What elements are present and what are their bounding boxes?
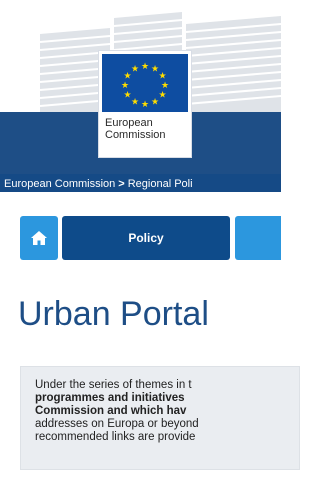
nav-item-policy[interactable]: Policy xyxy=(62,216,230,260)
svg-text:★: ★ xyxy=(141,100,149,110)
logo-caption-line1: European xyxy=(105,117,153,129)
european-commission-logo[interactable]: ★ ★ ★ ★ ★ ★ ★ ★ ★ ★ ★ ★ European Commiss… xyxy=(98,50,192,158)
svg-text:★: ★ xyxy=(121,81,129,91)
intro-line: addresses on Europa or beyond xyxy=(35,418,199,430)
nav-item-next[interactable] xyxy=(235,216,281,260)
home-icon xyxy=(31,231,47,245)
svg-text:★: ★ xyxy=(158,91,166,101)
intro-line-bold: Commission and which hav xyxy=(35,405,187,417)
svg-text:★: ★ xyxy=(151,98,159,108)
page-title: Urban Portal xyxy=(18,295,209,333)
site-header: ★ ★ ★ ★ ★ ★ ★ ★ ★ ★ ★ ★ European Commiss… xyxy=(0,0,281,192)
breadcrumb: European Commission > Regional Poli xyxy=(0,174,281,192)
svg-text:★: ★ xyxy=(131,98,139,108)
breadcrumb-separator: > xyxy=(118,178,125,190)
logo-caption-line2: Commission xyxy=(105,129,166,141)
svg-text:★: ★ xyxy=(161,81,169,91)
home-button[interactable] xyxy=(20,216,58,260)
eu-flag-icon: ★ ★ ★ ★ ★ ★ ★ ★ ★ ★ ★ ★ xyxy=(102,54,188,112)
logo-caption: European Commission xyxy=(105,117,189,141)
intro-line: recommended links are provide xyxy=(35,431,196,443)
intro-line: Under the series of themes in t xyxy=(35,379,192,391)
svg-text:★: ★ xyxy=(131,65,139,75)
nav-item-policy-label: Policy xyxy=(128,231,164,245)
svg-text:★: ★ xyxy=(141,62,149,72)
svg-text:★: ★ xyxy=(123,91,131,101)
intro-line-bold: programmes and initiatives xyxy=(35,392,185,404)
intro-box: Under the series of themes in t programm… xyxy=(20,366,300,470)
svg-text:★: ★ xyxy=(158,72,166,82)
breadcrumb-item-european-commission[interactable]: European Commission xyxy=(4,174,115,192)
main-navigation: Policy xyxy=(0,214,281,262)
breadcrumb-item-regional-policy[interactable]: Regional Poli xyxy=(128,174,193,192)
